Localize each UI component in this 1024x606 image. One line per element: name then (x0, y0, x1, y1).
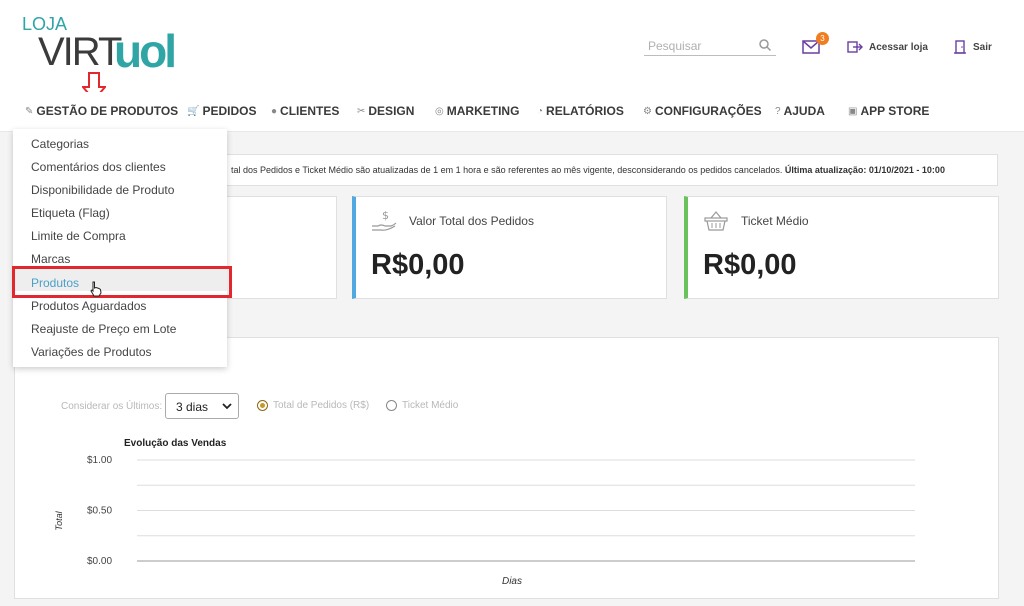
radio-total-label: Total de Pedidos (R$) (273, 400, 370, 411)
hand-cursor-icon (90, 281, 102, 297)
info-text: tal dos Pedidos e Ticket Médio são atual… (231, 165, 945, 175)
chevron-down-icon (222, 403, 232, 410)
nav-app-store-label: APP STORE (860, 104, 930, 118)
nav-gestao-produtos[interactable]: ✎ GESTÃO DE PRODUTOS (25, 104, 178, 118)
y-tick-label: $0.50 (87, 506, 112, 517)
logo-virt: VIRT (38, 30, 122, 74)
ticket-medio-card: Ticket Médio R$0,00 (684, 196, 999, 299)
ticket-medio-value: R$0,00 (703, 249, 797, 281)
store-icon: ▣ (848, 105, 858, 117)
target-icon: ◎ (435, 105, 444, 117)
search-placeholder: Pesquisar (648, 39, 702, 53)
nav-clientes[interactable]: ● CLIENTES (271, 104, 339, 118)
chart-title: Evolução das Vendas (124, 438, 227, 449)
y-tick-label: $0.00 (87, 556, 112, 567)
dropdown-item[interactable]: Categorias (31, 137, 89, 151)
chart-grid: $1.00 $0.50 $0.00 (87, 455, 915, 567)
nav-relatorios-label: RELATÓRIOS (546, 104, 624, 118)
radio-total-circle[interactable] (257, 400, 268, 411)
period-select-value: 3 dias (176, 400, 209, 414)
last-update: Última atualização: 01/10/2021 - 10:00 (784, 165, 945, 175)
chart-xlabel: Dias (502, 576, 522, 587)
logo-uol: uol (114, 25, 177, 77)
messages-badge: 3 (816, 32, 829, 45)
nav-configuracoes[interactable]: ⚙ CONFIGURAÇÕES (643, 104, 762, 118)
dropdown-item[interactable]: Comentários dos clientes (31, 160, 166, 174)
nav-marketing-label: MARKETING (446, 104, 520, 118)
store-logo[interactable]: LOJA VIRT uol (22, 14, 192, 77)
dropdown-item[interactable]: Marcas (31, 252, 70, 266)
dropdown-item[interactable]: Produtos Aguardados (31, 299, 146, 313)
acessar-loja-link[interactable]: Acessar loja (847, 38, 928, 56)
total-pedidos-value: R$0,00 (371, 249, 465, 281)
nav-pedidos[interactable]: 🛒 PEDIDOS (187, 104, 256, 118)
messages-button[interactable]: 3 (802, 32, 829, 56)
svg-text:$: $ (382, 209, 389, 222)
nav-configuracoes-label: CONFIGURAÇÕES (654, 104, 762, 118)
info-message: tal dos Pedidos e Ticket Médio são atual… (231, 165, 783, 175)
search-icon[interactable] (758, 38, 772, 52)
nav-ajuda[interactable]: ? AJUDA (775, 104, 825, 118)
nav-design[interactable]: ✂ DESIGN (357, 104, 414, 118)
search-input[interactable]: Pesquisar (644, 36, 776, 56)
nav-design-label: DESIGN (368, 104, 415, 118)
nav-gestao-label: GESTÃO DE PRODUTOS (36, 104, 179, 118)
gears-icon: ⚙ (643, 105, 652, 117)
sair-label: Sair (973, 41, 992, 53)
ticket-medio-title: Ticket Médio (741, 214, 809, 228)
nav-app-store[interactable]: ▣ APP STORE (848, 104, 929, 118)
dropdown-item[interactable]: Limite de Compra (31, 229, 126, 243)
pie-icon: ◔ (537, 105, 544, 117)
nav-relatorios[interactable]: ◔ RELATÓRIOS (537, 104, 624, 118)
red-highlight-annotation (12, 266, 232, 298)
radio-ticket-circle[interactable] (386, 400, 397, 411)
nav-marketing[interactable]: ◎ MARKETING (435, 104, 519, 118)
nav-clientes-label: CLIENTES (280, 104, 340, 118)
money-hand-icon: $ (372, 209, 397, 231)
dropdown-item[interactable]: Disponibilidade de Produto (31, 183, 174, 197)
header: LOJA VIRT uol Pesquisar 3 Acessar loja S… (0, 0, 1024, 92)
y-tick-label: $1.00 (87, 455, 112, 466)
sales-chart: Evolução das Vendas $1.00 $0.50 $0.00 Tota… (55, 438, 915, 587)
cart-icon: 🛒 (187, 105, 200, 117)
dropdown-item[interactable]: Variações de Produtos (31, 345, 152, 359)
total-pedidos-title: Valor Total dos Pedidos (409, 214, 534, 228)
main-nav: ✎ GESTÃO DE PRODUTOS 🛒 PEDIDOS ● CLIENTE… (0, 92, 1024, 132)
logout-link[interactable]: Sair (953, 38, 992, 56)
door-icon (954, 40, 966, 54)
dropdown-item[interactable]: Reajuste de Preço em Lote (31, 322, 176, 336)
gestao-produtos-dropdown: Categorias Comentários dos clientes Dispon… (13, 129, 227, 367)
dropdown-item[interactable]: Etiqueta (Flag) (31, 206, 110, 220)
radio-total-pedidos[interactable]: Total de Pedidos (R$) (257, 400, 369, 411)
basket-icon (704, 211, 728, 231)
nav-ajuda-label: AJUDA (783, 104, 825, 118)
consider-label: Considerar os Últimos: (61, 401, 163, 412)
period-select[interactable]: 3 dias (165, 393, 239, 419)
design-icon: ✂ (357, 105, 366, 117)
acessar-loja-label: Acessar loja (869, 41, 928, 53)
radio-ticket-label: Ticket Médio (402, 400, 459, 411)
chart-ylabel: Total (55, 510, 64, 530)
help-icon: ? (775, 105, 781, 117)
user-icon: ● (271, 105, 278, 117)
external-link-icon (847, 41, 863, 53)
nav-pedidos-label: PEDIDOS (202, 104, 257, 118)
chart-panel: Considerar os Últimos: 3 dias Total de P… (14, 337, 999, 599)
radio-ticket-medio[interactable]: Ticket Médio (386, 400, 458, 411)
edit-icon: ✎ (25, 105, 34, 117)
total-pedidos-card: $ Valor Total dos Pedidos R$0,00 (352, 196, 667, 299)
